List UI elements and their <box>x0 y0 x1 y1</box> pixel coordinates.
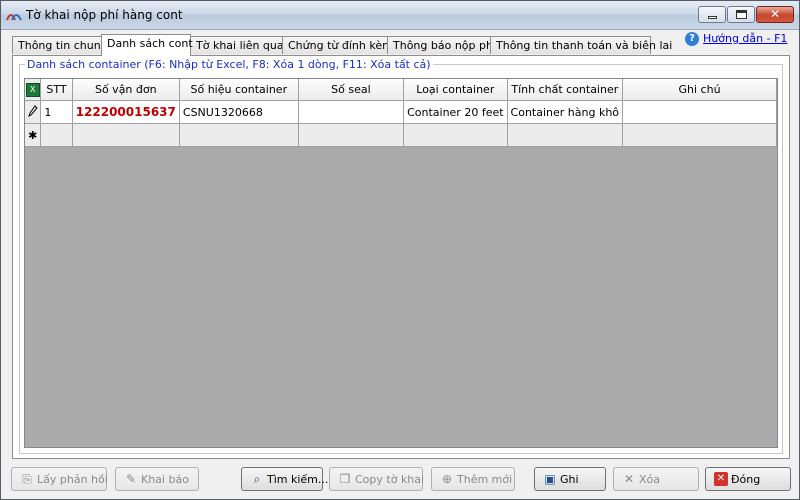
new-cell-so-van-don[interactable] <box>72 123 180 147</box>
ghi-label: Ghi <box>560 473 579 486</box>
help-icon: ? <box>685 32 699 46</box>
app-logo-icon <box>6 14 22 21</box>
cell-tinh-chat-container[interactable]: Container hàng khô <box>507 100 624 124</box>
tim-kiem-label: Tìm kiếm... <box>267 473 329 486</box>
new-cell-so-seal[interactable] <box>298 123 405 147</box>
khai-bao-button[interactable]: ✎ Khai báo <box>115 467 199 491</box>
column-header-loai-container[interactable]: Loại container <box>403 79 508 101</box>
cell-stt[interactable]: 1 <box>40 100 73 124</box>
tab-danh-sach-cont[interactable]: Danh sách cont <box>101 34 193 56</box>
xoa-button[interactable]: ✕ Xóa <box>613 467 699 491</box>
cell-ghi-chu[interactable] <box>622 100 777 124</box>
container-table: X STT Số vận đơn Số hiệu container Số se… <box>25 79 777 147</box>
container-list-legend: Danh sách container (F6: Nhập từ Excel, … <box>25 58 433 71</box>
column-header-ghi-chu[interactable]: Ghi chú <box>622 79 777 101</box>
cell-so-van-don[interactable]: 122200015637 <box>72 100 180 124</box>
tab-to-khai-lien-quan[interactable]: Tờ khai liên quan <box>190 36 291 54</box>
window-title: Tờ khai nộp phí hàng cont <box>26 8 183 22</box>
new-cell-stt[interactable] <box>40 123 73 147</box>
copy-to-khai-label: Copy tờ khai <box>355 473 425 486</box>
maximize-button[interactable] <box>727 6 755 23</box>
main-window: Tờ khai nộp phí hàng cont ✕ Thông tin ch… <box>0 0 800 500</box>
them-moi-label: Thêm mới <box>457 473 513 486</box>
new-cell-ghi-chu[interactable] <box>622 123 777 147</box>
add-icon: ⊕ <box>441 472 453 486</box>
close-icon: ✕ <box>714 472 728 486</box>
title-bar[interactable]: Tờ khai nộp phí hàng cont ✕ <box>1 1 799 30</box>
them-moi-button[interactable]: ⊕ Thêm mới <box>431 467 515 491</box>
new-row[interactable]: ✱ <box>25 123 777 147</box>
tab-thong-tin-chung[interactable]: Thông tin chung <box>12 36 108 54</box>
search-icon: ⌕ <box>253 472 261 486</box>
column-header-so-van-don[interactable]: Số vận đơn <box>72 79 180 101</box>
close-icon: ✕ <box>769 7 781 21</box>
column-header-so-hieu-container[interactable]: Số hiệu container <box>179 79 299 101</box>
pencil-icon <box>27 104 38 117</box>
tim-kiem-button[interactable]: ⌕ Tìm kiếm... <box>241 467 328 491</box>
tab-thong-tin-thanh-toan[interactable]: Thông tin thanh toán và biên lai <box>490 36 672 54</box>
declare-icon: ✎ <box>125 472 137 486</box>
minimize-icon <box>708 16 717 19</box>
container-grid[interactable]: X STT Số vận đơn Số hiệu container Số se… <box>24 78 778 448</box>
tab-chung-tu-dinh-kem[interactable]: Chứng từ đính kèm <box>282 36 393 54</box>
lay-phan-hoi-button[interactable]: ⎘ Lấy phản hồi <box>11 467 108 491</box>
new-cell-so-hieu-container[interactable] <box>179 123 299 147</box>
khai-bao-label: Khai báo <box>141 473 189 486</box>
retrieve-icon: ⎘ <box>22 472 32 486</box>
cell-so-hieu-container[interactable]: CSNU1320668 <box>179 100 299 124</box>
maximize-icon <box>736 10 747 19</box>
minimize-button[interactable] <box>698 6 726 23</box>
dong-label: Đóng <box>731 473 761 486</box>
cell-loai-container[interactable]: Container 20 feet <box>403 100 508 124</box>
asterisk-icon: ✱ <box>28 128 38 142</box>
dong-button[interactable]: ✕ Đóng <box>705 467 791 491</box>
column-header-tinh-chat-container[interactable]: Tính chất container <box>507 79 624 101</box>
export-excel-button[interactable]: X <box>25 79 42 101</box>
delete-icon: ✕ <box>623 472 635 486</box>
lay-phan-hoi-label: Lấy phản hồi <box>37 473 108 486</box>
column-header-stt[interactable]: STT <box>40 79 73 101</box>
grid-header-row: X STT Số vận đơn Số hiệu container Số se… <box>25 79 777 101</box>
column-header-so-seal[interactable]: Số seal <box>298 79 405 101</box>
close-button[interactable]: ✕ <box>756 6 794 23</box>
tab-thong-bao-nop-phi[interactable]: Thông báo nộp phí <box>387 36 496 54</box>
help-link-label: Hướng dẫn - F1 <box>703 32 788 45</box>
save-icon: ▣ <box>544 472 556 486</box>
xoa-label: Xóa <box>639 473 661 486</box>
new-cell-loai-container[interactable] <box>403 123 508 147</box>
new-cell-tinh-chat-container[interactable] <box>507 123 624 147</box>
ghi-button[interactable]: ▣ Ghi <box>534 467 606 491</box>
row-selector[interactable] <box>25 100 42 124</box>
new-row-selector[interactable]: ✱ <box>25 123 42 147</box>
cell-so-seal[interactable] <box>298 100 405 124</box>
copy-icon: ❐ <box>339 472 351 486</box>
excel-icon: X <box>25 83 40 97</box>
table-row[interactable]: 1 122200015637 CSNU1320668 Container 20 … <box>25 100 777 124</box>
copy-to-khai-button[interactable]: ❐ Copy tờ khai <box>329 467 425 491</box>
